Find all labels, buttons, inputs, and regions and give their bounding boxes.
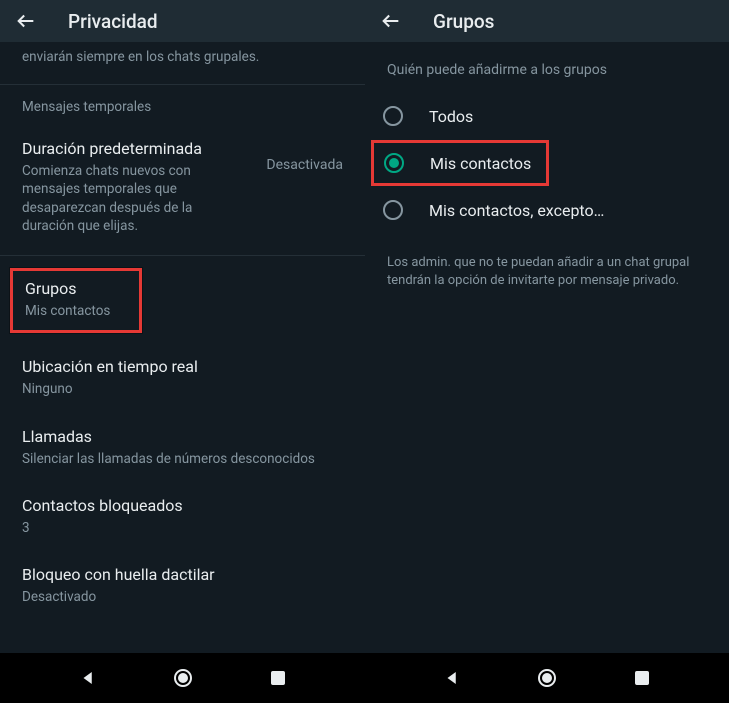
item-default-duration[interactable]: Duración predeterminada Comienza chats n… (0, 125, 365, 249)
nav-home-icon[interactable] (171, 666, 195, 690)
page-title: Grupos (433, 10, 494, 33)
item-value: Desactivada (254, 139, 343, 173)
app-bar: Privacidad (0, 0, 365, 42)
content: Quién puede añadirme a los grupos Todos … (365, 42, 729, 653)
nav-recent-icon[interactable] (266, 666, 290, 690)
back-icon[interactable] (379, 9, 403, 33)
item-title: Bloqueo con huella dactilar (22, 565, 343, 584)
content: enviarán siempre en los chats grupales. … (0, 42, 365, 653)
back-icon[interactable] (14, 9, 38, 33)
item-blocked-contacts[interactable]: Contactos bloqueados 3 (0, 482, 365, 551)
nav-home-icon[interactable] (535, 666, 559, 690)
app-bar: Grupos (365, 0, 729, 42)
item-sub: Silenciar las llamadas de números descon… (22, 450, 343, 468)
nav-recent-icon[interactable] (630, 666, 654, 690)
section-question: Quién puede añadirme a los grupos (365, 42, 729, 92)
nav-back-icon[interactable] (76, 666, 100, 690)
item-sub: 3 (22, 519, 343, 537)
item-sub: Comienza chats nuevos con mensajes tempo… (22, 162, 222, 235)
radio-label: Mis contactos (430, 154, 531, 173)
item-main: Contactos bloqueados 3 (22, 496, 343, 537)
item-fingerprint-lock[interactable]: Bloqueo con huella dactilar Desactivado (0, 551, 365, 620)
item-title: Contactos bloqueados (22, 496, 343, 515)
privacy-screen: Privacidad enviarán siempre en los chats… (0, 0, 365, 703)
nav-back-icon[interactable] (440, 666, 464, 690)
divider (0, 255, 365, 256)
item-sub: Desactivado (22, 588, 343, 606)
item-main: Bloqueo con huella dactilar Desactivado (22, 565, 343, 606)
item-title: Ubicación en tiempo real (22, 357, 343, 376)
nav-bar (365, 653, 729, 703)
radio-option-everyone[interactable]: Todos (365, 92, 729, 140)
groups-screen: Grupos Quién puede añadirme a los grupos… (365, 0, 729, 703)
section-header-temporary: Mensajes temporales (0, 85, 365, 125)
item-title: Grupos (25, 279, 127, 298)
radio-option-my-contacts-except[interactable]: Mis contactos, excepto… (365, 186, 729, 234)
truncated-desc: enviarán siempre en los chats grupales. (0, 42, 365, 78)
item-title: Duración predeterminada (22, 139, 254, 158)
footer-description: Los admin. que no te puedan añadir a un … (365, 234, 729, 309)
radio-option-my-contacts-highlight[interactable]: Mis contactos (371, 140, 549, 186)
item-sub: Mis contactos (25, 302, 127, 320)
item-main: Llamadas Silenciar las llamadas de númer… (22, 427, 343, 468)
item-main: Duración predeterminada Comienza chats n… (22, 139, 254, 235)
radio-label: Todos (429, 107, 473, 126)
radio-label: Mis contactos, excepto… (429, 201, 604, 220)
item-main: Ubicación en tiempo real Ninguno (22, 357, 343, 398)
radio-icon (383, 106, 403, 126)
radio-icon (383, 200, 403, 220)
page-title: Privacidad (68, 10, 158, 33)
item-live-location[interactable]: Ubicación en tiempo real Ninguno (0, 333, 365, 412)
item-sub: Ninguno (22, 380, 343, 398)
item-title: Llamadas (22, 427, 343, 446)
radio-icon-selected (384, 153, 404, 173)
nav-bar (0, 653, 365, 703)
item-groups-highlight[interactable]: Grupos Mis contactos (10, 268, 142, 333)
item-calls[interactable]: Llamadas Silenciar las llamadas de númer… (0, 413, 365, 482)
